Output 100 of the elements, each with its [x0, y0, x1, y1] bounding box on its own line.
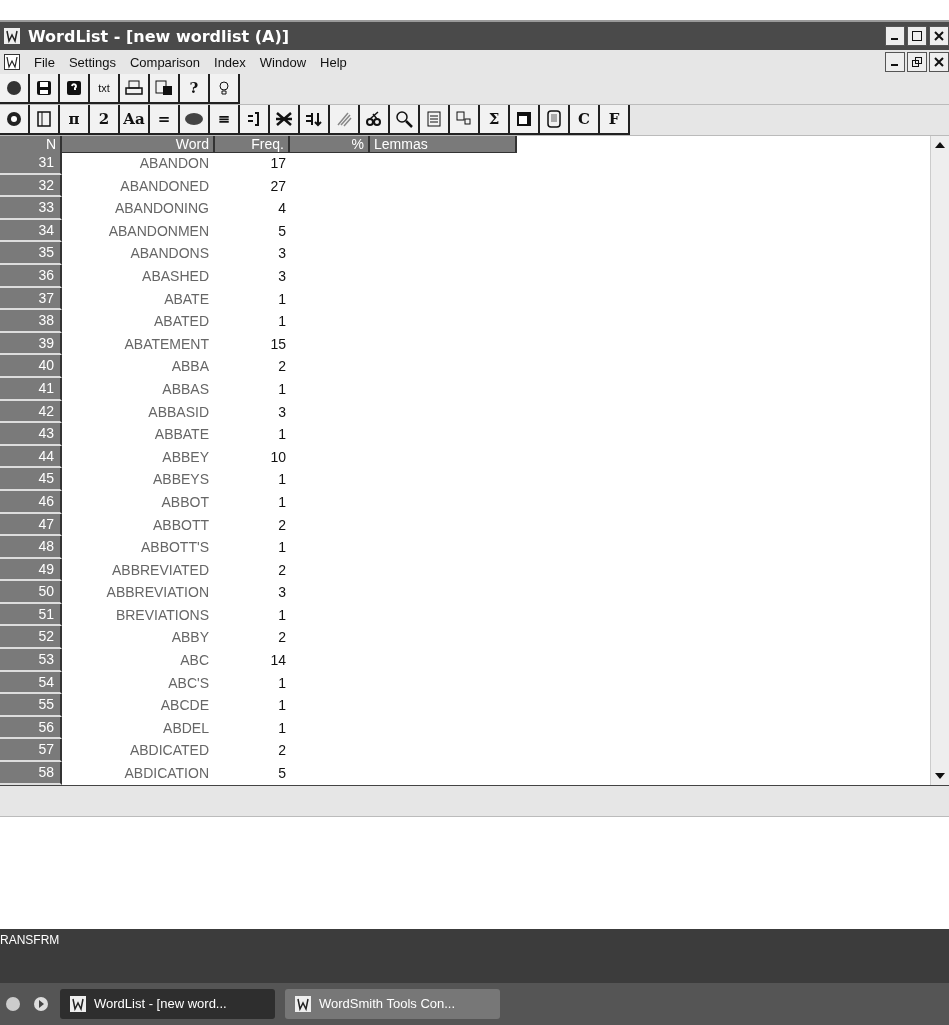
toolbar-button[interactable]: = [150, 105, 180, 135]
word-cell-text: ABANDONED [119, 176, 210, 196]
word-cell-text: ABANDONS [129, 244, 210, 264]
document-menu-icon[interactable] [4, 54, 20, 70]
toolbar-button[interactable]: ≡ [210, 105, 240, 135]
taskbar-button[interactable]: WordList - [new word... [60, 988, 275, 1019]
row-number: 32 [0, 174, 62, 198]
document-icon [426, 110, 442, 128]
close-button[interactable] [929, 52, 949, 72]
toolbar-button[interactable] [60, 74, 90, 104]
print-icon [124, 79, 144, 97]
row-number: 43 [0, 423, 62, 446]
menu-item[interactable]: Settings [68, 54, 116, 70]
toolbar-button[interactable]: 2 [90, 105, 120, 135]
toolbar-button[interactable]: C [570, 105, 600, 135]
freq-cell-text: 1 [277, 289, 287, 309]
toolbar-button[interactable] [270, 105, 300, 135]
minimize-button[interactable] [885, 26, 905, 46]
toolbar-button[interactable]: π [60, 105, 90, 135]
toolbar-button[interactable] [240, 105, 270, 135]
toolbar-button[interactable]: ? [180, 74, 210, 104]
help-book-icon [65, 79, 83, 97]
word-cell-text: ABBEY [161, 447, 210, 467]
word-cell-text: ABBATE [153, 425, 210, 445]
toolbar-button[interactable]: F [600, 105, 630, 135]
minimize-button[interactable] [885, 52, 905, 72]
freq-cell-text: 1 [277, 696, 287, 716]
browser-icon[interactable] [4, 994, 22, 1013]
toolbar-button[interactable] [420, 105, 450, 135]
menu-item[interactable]: Help [320, 54, 347, 70]
desktop-icon-label[interactable]: RANSFRM [0, 932, 60, 947]
restore-button[interactable] [907, 52, 927, 72]
toolbar-button[interactable] [300, 105, 330, 135]
word-cell-text: ABDICATED [128, 741, 210, 761]
menu-item[interactable]: File [34, 54, 55, 70]
word-cell-text: ABANDONMEN [107, 221, 210, 241]
save-icon [35, 79, 53, 97]
scroll-down-icon[interactable] [935, 772, 945, 779]
column-header[interactable]: Lemmas [370, 136, 517, 153]
menu-item[interactable]: Comparison [129, 54, 201, 70]
freq-cell-text: 4 [277, 199, 287, 219]
notepad-icon [546, 109, 562, 129]
word-cell-text: ABBASID [147, 402, 210, 422]
row-number: 34 [0, 219, 62, 243]
freq-cell-text: 1 [277, 470, 287, 490]
toolbar-button[interactable] [150, 74, 180, 104]
menu-item[interactable]: Index [214, 54, 246, 70]
row-number: 42 [0, 400, 62, 424]
word-cell-text: ABBOT [160, 492, 210, 512]
row-number: 51 [0, 603, 62, 627]
toolbar-button[interactable]: Σ [480, 105, 510, 135]
maximize-button[interactable] [907, 26, 927, 46]
column-header[interactable]: % [290, 136, 370, 153]
row-number: 49 [0, 558, 62, 582]
toolbar-button[interactable] [180, 105, 210, 135]
toolbar-button[interactable] [120, 74, 150, 104]
window-icon [515, 110, 533, 128]
menu-item[interactable]: Window [259, 54, 307, 70]
freq-cell-text: 3 [277, 402, 287, 422]
freq-cell-text: 3 [277, 244, 287, 264]
vertical-scrollbar[interactable] [930, 136, 949, 785]
toolbar-button[interactable] [210, 74, 240, 104]
media-icon[interactable] [32, 994, 50, 1013]
toolbar-button[interactable] [540, 105, 570, 135]
freq-cell-text: 2 [277, 357, 287, 377]
row-number: 45 [0, 468, 62, 491]
row-number: 52 [0, 626, 62, 650]
freq-cell-text: 1 [277, 492, 287, 512]
close-button[interactable] [929, 26, 949, 46]
freq-cell-text: 1 [277, 312, 287, 332]
toolbar-button[interactable]: txt [90, 74, 120, 104]
freq-cell-text: 1 [277, 718, 287, 738]
freq-cell-text: 5 [277, 764, 287, 784]
toolbar-button[interactable] [360, 105, 390, 135]
scroll-up-icon[interactable] [935, 142, 945, 148]
toolbar-button[interactable] [330, 105, 360, 135]
app-icon [4, 28, 20, 44]
row-number: 57 [0, 739, 62, 763]
freq-cell-text: 3 [277, 266, 287, 286]
freq-cell-text: 10 [269, 447, 287, 467]
toolbar-button[interactable] [390, 105, 420, 135]
search-icon [395, 110, 413, 128]
toolbar-button[interactable] [0, 105, 30, 135]
freq-cell-text: 1 [277, 538, 287, 558]
freq-cell-text: 1 [277, 425, 287, 445]
column-header[interactable]: Freq. [215, 136, 290, 153]
column-header[interactable]: Word [62, 136, 215, 153]
word-cell-text: ABASHED [141, 266, 210, 286]
toolbar-button[interactable] [0, 74, 30, 104]
toolbar-button[interactable] [30, 74, 60, 104]
taskbar-button[interactable]: WordSmith Tools Con... [285, 988, 500, 1019]
row-number: 40 [0, 355, 62, 378]
row-number: 44 [0, 445, 62, 469]
freq-cell-text: 1 [277, 379, 287, 399]
freq-cell-text: 2 [277, 741, 287, 761]
bracket-icon [246, 110, 262, 128]
toolbar-button[interactable] [30, 105, 60, 135]
toolbar-button[interactable]: Aa [120, 105, 150, 135]
toolbar-button[interactable] [510, 105, 540, 135]
toolbar-button[interactable] [450, 105, 480, 135]
